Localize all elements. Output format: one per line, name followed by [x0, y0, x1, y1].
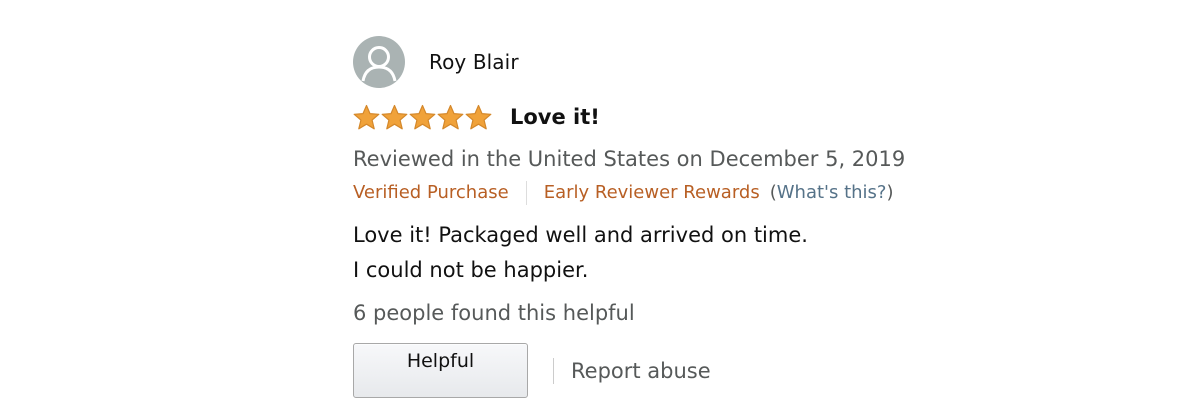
star-filled-icon: [465, 104, 492, 129]
helpful-count: 6 people found this helpful: [353, 301, 635, 325]
reviewer-name[interactable]: Roy Blair: [429, 50, 519, 74]
verified-purchase-badge[interactable]: Verified Purchase: [353, 181, 509, 205]
review-title[interactable]: Love it!: [510, 105, 600, 129]
whats-this-wrapper: (What's this?): [770, 181, 894, 205]
early-reviewer-badge: Early Reviewer Rewards: [543, 182, 760, 203]
helpful-button[interactable]: Helpful: [353, 343, 528, 398]
whats-this-open-paren: (: [769, 182, 777, 203]
review-badges: Verified Purchase Early Reviewer Rewards…: [353, 181, 1053, 205]
review-body-line: Love it! Packaged well and arrived on ti…: [353, 223, 808, 247]
star-rating[interactable]: [353, 104, 492, 131]
reviewer-profile[interactable]: Roy Blair: [353, 36, 1053, 88]
avatar[interactable]: [353, 36, 405, 88]
review-date: Reviewed in the United States on Decembe…: [353, 147, 906, 171]
star-filled-icon: [353, 104, 380, 129]
star-filled-icon: [381, 104, 408, 129]
badge-divider: [525, 181, 527, 205]
review-actions: Helpful Report abuse: [353, 343, 1053, 398]
review-body: Love it! Packaged well and arrived on ti…: [353, 218, 1053, 288]
star-filled-icon: [437, 104, 464, 129]
review-title-row: Love it!: [353, 98, 1053, 136]
user-silhouette-icon: [361, 46, 397, 82]
star-filled-icon: [409, 104, 436, 129]
whats-this-close-paren: ): [886, 182, 894, 203]
whats-this-link[interactable]: What's this?: [777, 182, 887, 203]
report-abuse-link[interactable]: Report abuse: [571, 359, 711, 383]
review-body-line: I could not be happier.: [353, 258, 589, 282]
action-divider: [553, 357, 554, 384]
review-card: Roy Blair Love it! Reviewed in the Unite…: [353, 36, 1053, 398]
